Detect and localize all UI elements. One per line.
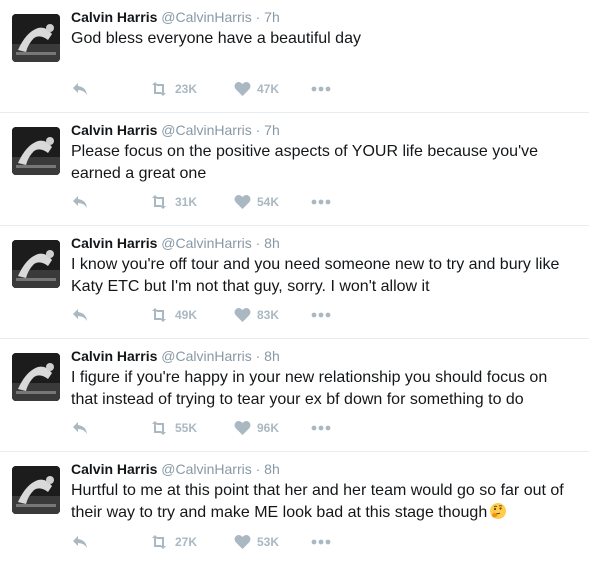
avatar[interactable] [12, 466, 60, 514]
timestamp[interactable]: 8h [264, 235, 280, 251]
tweet-header: Calvin Harris @CalvinHarris · 8h [71, 460, 575, 478]
tweet-header: Calvin Harris @CalvinHarris · 8h [71, 347, 575, 365]
more-dots-icon [311, 86, 331, 92]
separator: · [255, 348, 261, 364]
reply-button[interactable] [71, 305, 89, 325]
timestamp[interactable]: 7h [264, 122, 280, 138]
heart-icon [234, 307, 251, 323]
user-handle[interactable]: @CalvinHarris [161, 461, 251, 477]
retweet-icon [149, 534, 169, 550]
reply-icon [71, 420, 89, 436]
timestamp[interactable]: 8h [264, 461, 280, 477]
tweet-header: Calvin Harris @CalvinHarris · 8h [71, 234, 575, 252]
tweet-actions: 23K 47K [71, 79, 371, 99]
retweet-count: 31K [175, 195, 198, 209]
tweet-text: I know you're off tour and you need some… [71, 256, 560, 295]
tweet[interactable]: Calvin Harris @CalvinHarris · 7h Please … [0, 113, 589, 226]
retweet-button[interactable]: 23K [149, 79, 197, 99]
tweet-actions: 31K 54K [71, 192, 371, 212]
tweet[interactable]: Calvin Harris @CalvinHarris · 7h God ble… [0, 0, 589, 113]
display-name[interactable]: Calvin Harris [71, 9, 157, 25]
tweet-text: God bless everyone have a beautiful day [71, 30, 361, 47]
retweet-count: 23K [175, 82, 198, 96]
tweet-text: Please focus on the positive aspects of … [71, 143, 539, 182]
more-button[interactable] [311, 532, 331, 552]
more-dots-icon [311, 199, 331, 205]
retweet-icon [149, 81, 169, 97]
more-dots-icon [311, 425, 331, 431]
like-count: 53K [257, 535, 280, 549]
reply-icon [71, 307, 89, 323]
display-name[interactable]: Calvin Harris [71, 461, 157, 477]
like-count: 96K [257, 421, 280, 435]
reply-button[interactable] [71, 192, 89, 212]
reply-button[interactable] [71, 532, 89, 552]
tweet-actions: 49K 83K [71, 305, 371, 325]
user-handle[interactable]: @CalvinHarris [161, 9, 251, 25]
display-name[interactable]: Calvin Harris [71, 348, 157, 364]
more-button[interactable] [311, 418, 331, 438]
like-count: 83K [257, 308, 280, 322]
retweet-button[interactable]: 27K [149, 532, 197, 552]
retweet-icon [149, 420, 169, 436]
reply-icon [71, 194, 89, 210]
tweet-feed: Calvin Harris @CalvinHarris · 7h God ble… [0, 0, 589, 552]
tweet-header: Calvin Harris @CalvinHarris · 7h [71, 8, 575, 26]
tweet[interactable]: Calvin Harris @CalvinHarris · 8h I know … [0, 226, 589, 339]
more-dots-icon [311, 312, 331, 318]
tweet[interactable]: Calvin Harris @CalvinHarris · 8h Hurtful… [0, 452, 589, 565]
tweet-actions: 27K 53K [71, 532, 371, 552]
like-count: 47K [257, 82, 280, 96]
more-button[interactable] [311, 79, 331, 99]
retweet-count: 55K [175, 421, 198, 435]
tweet-header: Calvin Harris @CalvinHarris · 7h [71, 121, 575, 139]
avatar[interactable] [12, 353, 60, 401]
display-name[interactable]: Calvin Harris [71, 235, 157, 251]
thinking-face-emoji [489, 502, 507, 520]
user-handle[interactable]: @CalvinHarris [161, 122, 251, 138]
reply-button[interactable] [71, 79, 89, 99]
retweet-count: 27K [175, 535, 198, 549]
more-button[interactable] [311, 192, 331, 212]
heart-icon [234, 420, 251, 436]
reply-icon [71, 534, 89, 550]
user-handle[interactable]: @CalvinHarris [161, 235, 251, 251]
retweet-button[interactable]: 31K [149, 192, 197, 212]
separator: · [255, 235, 261, 251]
like-button[interactable]: 47K [234, 79, 279, 99]
heart-icon [234, 81, 251, 97]
retweet-button[interactable]: 49K [149, 305, 197, 325]
like-button[interactable]: 53K [234, 532, 279, 552]
heart-icon [234, 194, 251, 210]
heart-icon [234, 534, 251, 550]
like-button[interactable]: 83K [234, 305, 279, 325]
reply-icon [71, 81, 89, 97]
avatar[interactable] [12, 14, 60, 62]
more-dots-icon [311, 539, 331, 545]
separator: · [255, 461, 261, 477]
retweet-button[interactable]: 55K [149, 418, 197, 438]
retweet-icon [149, 194, 169, 210]
tweet-text: Hurtful to me at this point that her and… [71, 480, 571, 524]
retweet-count: 49K [175, 308, 198, 322]
like-count: 54K [257, 195, 280, 209]
avatar[interactable] [12, 127, 60, 175]
like-button[interactable]: 96K [234, 418, 279, 438]
separator: · [255, 9, 261, 25]
separator: · [255, 122, 261, 138]
timestamp[interactable]: 8h [264, 348, 280, 364]
tweet-actions: 55K 96K [71, 418, 371, 438]
user-handle[interactable]: @CalvinHarris [161, 348, 251, 364]
reply-button[interactable] [71, 418, 89, 438]
tweet[interactable]: Calvin Harris @CalvinHarris · 8h I figur… [0, 339, 589, 452]
display-name[interactable]: Calvin Harris [71, 122, 157, 138]
like-button[interactable]: 54K [234, 192, 279, 212]
avatar[interactable] [12, 240, 60, 288]
retweet-icon [149, 307, 169, 323]
more-button[interactable] [311, 305, 331, 325]
tweet-text: I figure if you're happy in your new rel… [71, 369, 548, 408]
timestamp[interactable]: 7h [264, 9, 280, 25]
